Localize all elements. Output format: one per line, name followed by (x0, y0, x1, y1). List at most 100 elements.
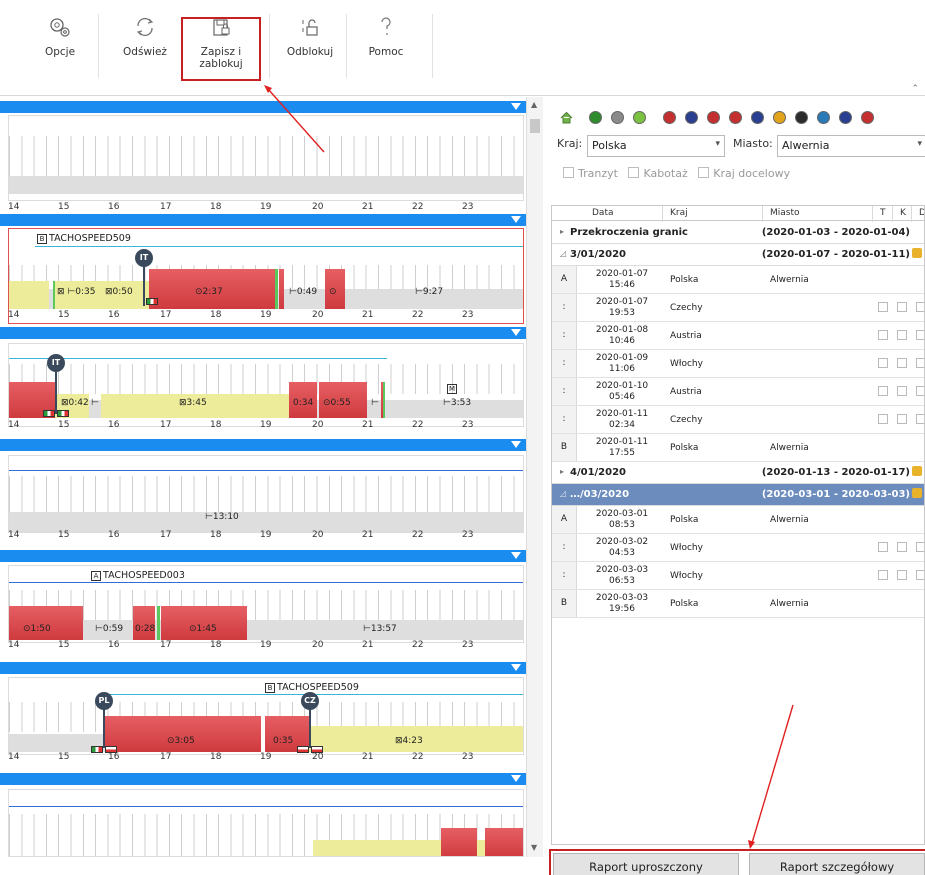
collapse-triangle-icon[interactable] (511, 664, 521, 671)
country-pin-marker[interactable]: IT (47, 354, 65, 372)
table-row[interactable]: :2020-03-03 06:53 Włochy (552, 562, 924, 590)
table-row[interactable]: A 2020-01-07 15:46 Polska Alwernia (552, 266, 924, 294)
transit-label: Tranzyt (578, 167, 618, 180)
cabotage-row-checkbox[interactable] (897, 414, 907, 424)
lane-chart: ⊢13:10 (8, 455, 524, 533)
destination-row-checkbox[interactable] (916, 386, 924, 396)
cabotage-row-checkbox[interactable] (897, 542, 907, 552)
transit-row-checkbox[interactable] (878, 358, 888, 368)
lane-header[interactable] (0, 662, 526, 674)
transit-checkbox[interactable] (563, 167, 574, 178)
lane-header[interactable] (0, 214, 526, 226)
transit-row-checkbox[interactable] (878, 414, 888, 424)
table-row[interactable]: :2020-03-02 04:53 Włochy (552, 534, 924, 562)
country-flag-icon[interactable] (817, 111, 830, 124)
refresh-button[interactable]: Odśwież (115, 14, 175, 80)
scroll-up-icon[interactable]: ▲ (531, 100, 537, 109)
expand-arrow-icon[interactable]: ▸ (560, 227, 564, 236)
country-flag-icon[interactable] (795, 111, 808, 124)
country-flag-icon[interactable] (633, 111, 646, 124)
axis-tick-label: 14 (8, 752, 20, 762)
collapse-triangle-icon[interactable] (511, 552, 521, 559)
destination-row-checkbox[interactable] (916, 570, 924, 580)
group-row[interactable]: ▸ Przekroczenia granic (2020-01-03 - 2020-… (552, 222, 924, 244)
group-row[interactable]: ◿ …/03/2020 (2020-03-01 - 2020-03-03) (552, 484, 924, 506)
transit-row-checkbox[interactable] (878, 570, 888, 580)
table-row[interactable]: :2020-01-07 19:53 Czechy (552, 294, 924, 322)
table-row[interactable]: :2020-01-11 02:34 Czechy (552, 406, 924, 434)
scroll-down-icon[interactable]: ▼ (531, 843, 537, 852)
col-header-miasto[interactable]: Miasto (770, 208, 800, 218)
ribbon-collapse-icon[interactable]: ⌃ (911, 84, 919, 94)
expand-arrow-icon[interactable]: ▸ (560, 467, 564, 476)
table-row[interactable]: :2020-01-10 05:46 Austria (552, 378, 924, 406)
cabotage-row-checkbox[interactable] (897, 386, 907, 396)
collapse-triangle-icon[interactable] (511, 329, 521, 336)
country-flag-icon[interactable] (589, 111, 602, 124)
scrollbar-thumb[interactable] (530, 119, 540, 133)
col-header-data[interactable]: Data (592, 208, 614, 218)
table-row[interactable]: B 2020-01-11 17:55 Polska Alwernia (552, 434, 924, 462)
country-flag-icon[interactable] (685, 111, 698, 124)
transit-row-checkbox[interactable] (878, 302, 888, 312)
cabotage-row-checkbox[interactable] (897, 330, 907, 340)
country-pin-marker[interactable]: IT (135, 249, 153, 267)
country-pin-marker[interactable]: PL (95, 692, 113, 710)
country-select[interactable]: Polska ▾ (587, 135, 725, 157)
country-value: Polska (592, 139, 627, 152)
destination-row-checkbox[interactable] (916, 302, 924, 312)
country-flag-icon[interactable] (839, 111, 852, 124)
lane-header[interactable] (0, 327, 526, 339)
destination-checkbox[interactable] (698, 167, 710, 178)
axis-tick-label: 23 (462, 640, 474, 650)
country-flag-icon[interactable] (611, 111, 624, 124)
collapse-triangle-icon[interactable] (511, 441, 521, 448)
table-row[interactable]: :2020-01-08 10:46 Austria (552, 322, 924, 350)
expand-arrow-icon[interactable]: ◿ (560, 249, 566, 258)
country-flag-icon[interactable] (707, 111, 720, 124)
col-header-d[interactable]: D (919, 208, 924, 218)
collapse-triangle-icon[interactable] (511, 216, 521, 223)
country-flag-icon[interactable] (773, 111, 786, 124)
table-row[interactable]: A 2020-03-01 08:53 Polska Alwernia (552, 506, 924, 534)
destination-row-checkbox[interactable] (916, 542, 924, 552)
col-header-kraj[interactable]: Kraj (670, 208, 688, 218)
country-flag-icon[interactable] (861, 111, 874, 124)
table-row[interactable]: :2020-01-09 11:06 Włochy (552, 350, 924, 378)
country-flag-icon[interactable] (729, 111, 742, 124)
help-button[interactable]: Pomoc (358, 14, 414, 80)
col-header-k[interactable]: K (900, 208, 906, 218)
row-marker: A (552, 506, 577, 533)
group-row[interactable]: ▸ 4/01/2020 (2020-01-13 - 2020-01-17) (552, 462, 924, 484)
options-button[interactable]: Opcje (32, 14, 88, 80)
lane-header[interactable] (0, 101, 526, 113)
expand-arrow-icon[interactable]: ◿ (560, 489, 566, 498)
destination-row-checkbox[interactable] (916, 358, 924, 368)
lane-header[interactable] (0, 550, 526, 562)
axis-tick-label: 15 (58, 752, 70, 762)
transit-row-checkbox[interactable] (878, 386, 888, 396)
cabotage-checkbox[interactable] (628, 167, 640, 178)
unlock-button[interactable]: Odblokuj (280, 14, 340, 80)
cabotage-row-checkbox[interactable] (897, 570, 907, 580)
destination-row-checkbox[interactable] (916, 330, 924, 340)
destination-row-checkbox[interactable] (916, 414, 924, 424)
cabotage-row-checkbox[interactable] (897, 302, 907, 312)
home-icon[interactable] (559, 110, 574, 125)
lane-header[interactable] (0, 439, 526, 451)
country-flag-icon[interactable] (751, 111, 764, 124)
timeline-scrollbar[interactable]: ▲ ▼ (526, 97, 543, 857)
group-name: 4/01/2020 (570, 467, 627, 478)
collapse-triangle-icon[interactable] (511, 103, 521, 110)
country-flag-icon[interactable] (663, 111, 676, 124)
country-pin-marker[interactable]: CZ (301, 692, 319, 710)
city-select[interactable]: Alwernia ▾ (777, 135, 925, 157)
col-header-t[interactable]: T (880, 208, 886, 218)
table-row[interactable]: B 2020-03-03 19:56 Polska Alwernia (552, 590, 924, 618)
transit-row-checkbox[interactable] (878, 542, 888, 552)
collapse-triangle-icon[interactable] (511, 775, 521, 782)
transit-row-checkbox[interactable] (878, 330, 888, 340)
lane-header[interactable] (0, 773, 526, 785)
cabotage-row-checkbox[interactable] (897, 358, 907, 368)
group-row[interactable]: ◿ 3/01/2020 (2020-01-07 - 2020-01-11) (552, 244, 924, 266)
